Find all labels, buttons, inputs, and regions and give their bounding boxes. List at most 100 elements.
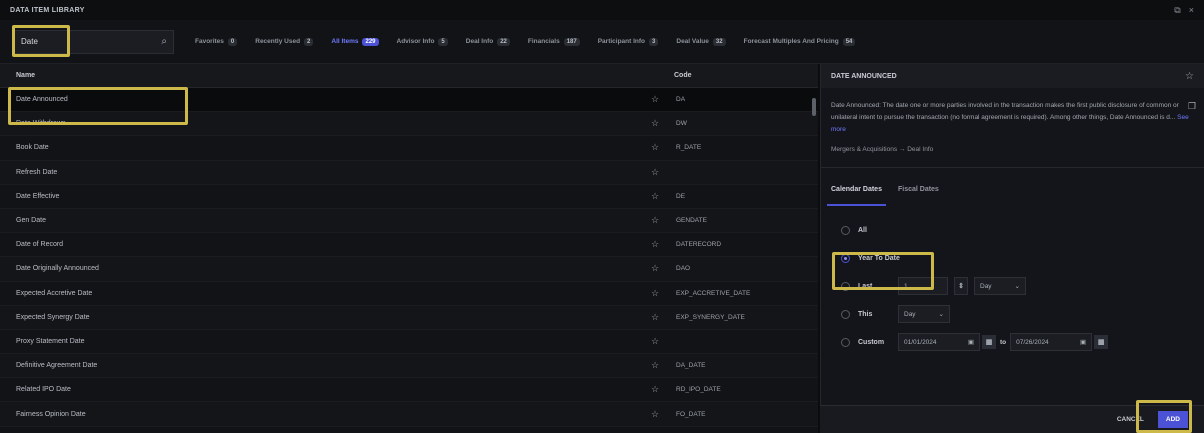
calendar-icon[interactable]: ▣: [1080, 338, 1086, 346]
calendar-picker-icon[interactable]: ▦: [982, 335, 996, 349]
tab-all-items[interactable]: All Items 229: [322, 30, 387, 54]
search-box[interactable]: ⌕: [14, 29, 174, 54]
table-row[interactable]: Expected Accretive Date ☆ EXP_ACCRETIVE_DA…: [0, 282, 818, 306]
row-name: Date Withdrawn: [16, 120, 66, 128]
tab-label: Deal Value: [676, 38, 709, 45]
row-code: RD_IPO_DATE: [676, 386, 721, 394]
star-icon[interactable]: ☆: [640, 191, 670, 202]
option-label: Last: [858, 282, 873, 290]
table-row[interactable]: Date Announced ☆ DA: [0, 88, 818, 113]
tab-recently-used[interactable]: Recently Used 2: [246, 30, 322, 54]
breadcrumb: Mergers & Acquisitions → Deal Info: [831, 146, 934, 153]
option-year-to-date[interactable]: Year To Date: [821, 244, 1204, 272]
tab-label: Forecast Multiples And Pricing: [743, 38, 839, 45]
tab-financials[interactable]: Financials 187: [519, 30, 589, 54]
search-input[interactable]: [21, 37, 162, 46]
tab-label: Deal Info: [465, 38, 494, 45]
row-name: Expected Accretive Date: [16, 289, 93, 297]
option-this[interactable]: This Day ⌄: [821, 300, 1204, 328]
table-row[interactable]: Book Date ☆ R_DATE: [0, 136, 818, 161]
star-icon[interactable]: ☆: [640, 215, 670, 226]
to-date-value: 07/26/2024: [1016, 338, 1049, 346]
to-date-input[interactable]: 07/26/2024 ▣: [1010, 333, 1093, 351]
star-icon[interactable]: ☆: [640, 409, 670, 420]
copy-icon[interactable]: ❐: [1188, 100, 1196, 112]
option-all[interactable]: All: [821, 216, 1204, 244]
row-name: Date Announced: [16, 96, 68, 104]
last-count-input[interactable]: 1: [898, 277, 948, 295]
option-label: All: [858, 226, 867, 234]
star-icon[interactable]: ☆: [1185, 71, 1194, 82]
option-custom[interactable]: Custom 01/01/2024 ▣ ▦ to 07/26/2024 ▣ ▦: [821, 328, 1204, 356]
tab-fiscal-dates[interactable]: Fiscal Dates: [898, 186, 939, 206]
star-icon[interactable]: ☆: [640, 118, 670, 129]
option-label: Year To Date: [858, 254, 900, 262]
popout-icon[interactable]: ⧉: [1174, 5, 1180, 16]
table-row[interactable]: Date Originally Announced ☆ DAO: [0, 257, 818, 282]
detail-description: Date Announced: The date one or more par…: [821, 88, 1204, 136]
star-icon[interactable]: ☆: [640, 384, 670, 395]
row-name: Gen Date: [16, 217, 46, 225]
table-row[interactable]: Refresh Date ☆: [0, 160, 818, 185]
star-icon[interactable]: ☆: [640, 142, 670, 153]
this-unit-select[interactable]: Day ⌄: [898, 305, 950, 323]
table-row[interactable]: Expected Synergy Date ☆ EXP_SYNERGY_DATE: [0, 305, 818, 330]
tab-participant-info[interactable]: Participant Info 3: [589, 30, 668, 54]
table-row[interactable]: Date of Record ☆ DATERECORD: [0, 233, 818, 258]
option-label: This: [858, 310, 873, 318]
star-icon[interactable]: ☆: [640, 336, 670, 347]
column-header-code[interactable]: Code: [640, 72, 692, 79]
radio-year-to-date[interactable]: [841, 253, 850, 263]
title-bar: DATA ITEM LIBRARY ⧉ ×: [0, 0, 1204, 20]
star-icon[interactable]: ☆: [640, 94, 670, 105]
detail-panel: DATE ANNOUNCED ☆ Date Announced: The dat…: [820, 64, 1204, 433]
tab-advisor-info[interactable]: Advisor Info 5: [388, 30, 457, 54]
stepper-icon[interactable]: ⇕: [954, 277, 968, 295]
tab-forecast-multiples[interactable]: Forecast Multiples And Pricing 54: [735, 30, 865, 54]
tab-count: 2: [304, 37, 314, 46]
tab-favorites[interactable]: Favorites 0: [186, 30, 246, 54]
star-icon[interactable]: ☆: [640, 360, 670, 371]
toolbar: ⌕ Favorites0 Recently Used2 All Items229…: [0, 20, 1204, 64]
calendar-icon[interactable]: ▣: [968, 338, 974, 346]
radio-custom[interactable]: [841, 337, 850, 347]
row-name: Date Originally Announced: [16, 265, 99, 273]
table-row[interactable]: Related IPO Date ☆ RD_IPO_DATE: [0, 378, 818, 403]
radio-all[interactable]: [841, 225, 850, 235]
star-icon[interactable]: ☆: [640, 263, 670, 274]
option-last[interactable]: Last 1 ⇕ Day ⌄: [821, 272, 1204, 300]
cancel-button[interactable]: CANCEL: [1117, 416, 1144, 423]
table-row[interactable]: Date Withdrawn ☆ DW: [0, 112, 818, 137]
tab-count: 3: [649, 37, 659, 46]
radio-last[interactable]: [841, 281, 850, 291]
from-date-input[interactable]: 01/01/2024 ▣: [898, 333, 980, 351]
table-row[interactable]: Gen Date ☆ GENDATE: [0, 208, 818, 234]
table-row[interactable]: Date Effective ☆ DE: [0, 185, 818, 209]
from-date-value: 01/01/2024: [904, 338, 937, 346]
radio-this[interactable]: [841, 309, 850, 319]
close-icon[interactable]: ×: [1189, 5, 1194, 16]
table-body: Date Announced ☆ DA Date Withdrawn ☆ DW Book…: [0, 88, 818, 427]
row-name: Date Effective: [16, 192, 60, 200]
tab-deal-info[interactable]: Deal Info 22: [457, 30, 519, 54]
add-button[interactable]: ADD: [1157, 411, 1188, 428]
star-icon[interactable]: ☆: [640, 167, 670, 178]
table-row[interactable]: Fairness Opinion Date ☆ FO_DATE: [0, 402, 818, 427]
window-title: DATA ITEM LIBRARY: [10, 6, 85, 14]
table-row[interactable]: Proxy Statement Date ☆: [0, 330, 818, 355]
data-items-table: Name Code Date Announced ☆ DA Date Withdra…: [0, 64, 818, 433]
tab-calendar-dates[interactable]: Calendar Dates: [827, 186, 886, 206]
star-icon[interactable]: ☆: [640, 312, 670, 323]
tab-deal-value[interactable]: Deal Value 32: [667, 30, 734, 54]
column-header-name[interactable]: Name: [0, 72, 640, 79]
star-icon[interactable]: ☆: [640, 239, 670, 250]
calendar-picker-icon[interactable]: ▦: [1094, 335, 1109, 349]
tab-label: Advisor Info: [396, 38, 435, 45]
star-icon[interactable]: ☆: [640, 288, 670, 299]
last-unit-select[interactable]: Day ⌄: [974, 277, 1026, 295]
description-text: Date Announced: The date one or more par…: [831, 102, 1179, 121]
search-icon[interactable]: ⌕: [161, 36, 167, 47]
row-code: EXP_ACCRETIVE_DATE: [676, 289, 751, 297]
table-scrollbar[interactable]: [812, 98, 816, 116]
table-row[interactable]: Definitive Agreement Date ☆ DA_DATE: [0, 354, 818, 379]
